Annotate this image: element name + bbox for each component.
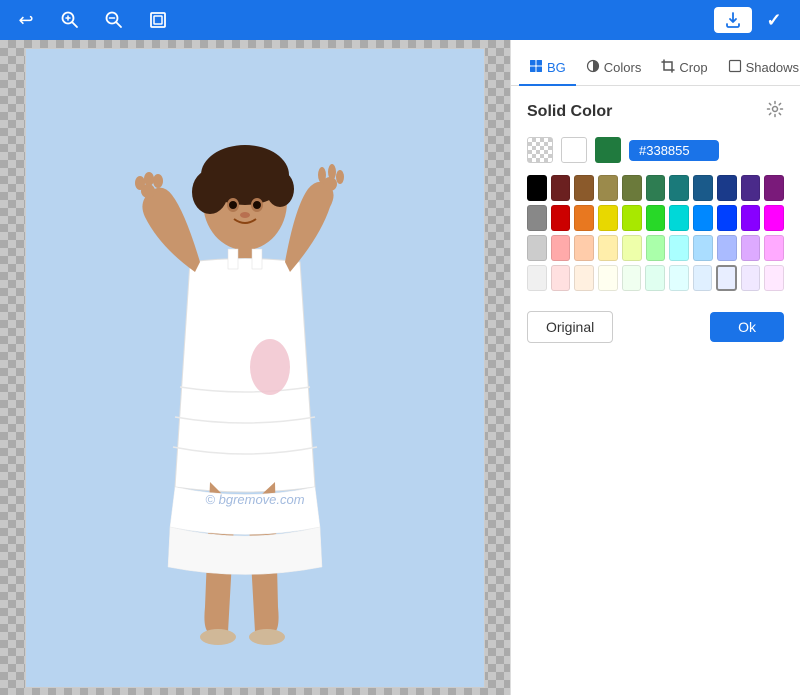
color-row-1 xyxy=(527,175,784,201)
color-azure[interactable] xyxy=(669,265,689,291)
color-blue[interactable] xyxy=(693,205,713,231)
zoom-in-icon[interactable] xyxy=(56,6,84,34)
bg-tab-icon xyxy=(529,59,543,76)
ok-button[interactable]: Ok xyxy=(710,312,784,342)
fit-icon[interactable] xyxy=(144,6,172,34)
color-dark-blue[interactable] xyxy=(717,175,737,201)
color-lavender-blush[interactable] xyxy=(764,265,784,291)
watermark: © bgremove.com xyxy=(205,492,304,507)
color-navy[interactable] xyxy=(693,175,713,201)
color-cream[interactable] xyxy=(598,235,618,261)
color-tan[interactable] xyxy=(598,175,618,201)
undo-icon[interactable]: ↩ xyxy=(12,6,40,34)
tab-bar: BG Colors Crop xyxy=(511,40,800,86)
color-magenta[interactable] xyxy=(764,205,784,231)
tab-bg-label: BG xyxy=(547,60,566,75)
color-periwinkle[interactable] xyxy=(717,235,737,261)
color-lime[interactable] xyxy=(622,205,642,231)
panel-content: Solid Color #338855 xyxy=(511,86,800,695)
color-purple[interactable] xyxy=(741,175,761,201)
settings-icon[interactable] xyxy=(766,100,784,123)
color-linen[interactable] xyxy=(574,265,594,291)
color-violet[interactable] xyxy=(741,205,761,231)
section-title: Solid Color xyxy=(527,103,612,121)
green-swatch[interactable] xyxy=(595,137,621,163)
confirm-icon[interactable]: ✓ xyxy=(760,6,788,34)
colors-tab-icon xyxy=(586,59,600,76)
color-magnolia[interactable] xyxy=(741,265,761,291)
color-blush[interactable] xyxy=(551,265,571,291)
original-button[interactable]: Original xyxy=(527,311,613,343)
color-dark-purple[interactable] xyxy=(764,175,784,201)
color-picker-row: #338855 xyxy=(527,137,784,163)
color-pale-green[interactable] xyxy=(645,265,665,291)
tab-shadows[interactable]: Shadows xyxy=(718,51,800,86)
color-green[interactable] xyxy=(646,205,666,231)
crop-tab-icon xyxy=(661,59,675,76)
zoom-out-icon[interactable] xyxy=(100,6,128,34)
child-figure xyxy=(90,107,390,687)
canvas-area: © bgremove.com xyxy=(0,40,510,695)
color-yellow[interactable] xyxy=(598,205,618,231)
color-light-gray[interactable] xyxy=(527,235,547,261)
color-lavender[interactable] xyxy=(741,235,761,261)
action-row: Original Ok xyxy=(527,311,784,343)
download-button[interactable] xyxy=(714,7,752,33)
top-bar-left: ↩ xyxy=(12,6,172,34)
color-light-pink[interactable] xyxy=(764,235,784,261)
section-header: Solid Color xyxy=(527,100,784,123)
color-alice-blue[interactable] xyxy=(693,265,713,291)
color-row-2 xyxy=(527,205,784,231)
color-bright-blue[interactable] xyxy=(717,205,737,231)
color-pink-light[interactable] xyxy=(551,235,571,261)
right-panel: BG Colors Crop xyxy=(510,40,800,695)
color-row-3 xyxy=(527,235,784,261)
color-gray[interactable] xyxy=(527,205,547,231)
color-sky[interactable] xyxy=(693,235,713,261)
color-dark-red[interactable] xyxy=(551,175,571,201)
transparent-swatch[interactable] xyxy=(527,137,553,163)
white-swatch[interactable] xyxy=(561,137,587,163)
tab-shadows-label: Shadows xyxy=(746,60,799,75)
color-row-4 xyxy=(527,265,784,291)
color-yellow-green-light[interactable] xyxy=(622,235,642,261)
color-dark-green[interactable] xyxy=(646,175,666,201)
shadows-tab-icon xyxy=(728,59,742,76)
color-brown[interactable] xyxy=(574,175,594,201)
tab-colors[interactable]: Colors xyxy=(576,51,652,86)
color-grid xyxy=(527,175,784,291)
tab-crop-label: Crop xyxy=(679,60,707,75)
color-black[interactable] xyxy=(527,175,547,201)
top-bar-right: ✓ xyxy=(714,6,788,34)
color-ivory[interactable] xyxy=(598,265,618,291)
hex-color-input[interactable]: #338855 xyxy=(629,140,719,161)
color-cyan[interactable] xyxy=(669,205,689,231)
color-red[interactable] xyxy=(551,205,571,231)
color-mint[interactable] xyxy=(646,235,666,261)
tab-colors-label: Colors xyxy=(604,60,642,75)
image-canvas: © bgremove.com xyxy=(25,48,485,688)
tab-bg[interactable]: BG xyxy=(519,51,576,86)
color-aqua-light[interactable] xyxy=(669,235,689,261)
color-ghost-white[interactable] xyxy=(716,265,736,291)
color-peach[interactable] xyxy=(574,235,594,261)
main-area: © bgremove.com BG xyxy=(0,40,800,695)
color-teal[interactable] xyxy=(669,175,689,201)
tab-crop[interactable]: Crop xyxy=(651,51,717,86)
color-white-off[interactable] xyxy=(527,265,547,291)
top-bar: ↩ xyxy=(0,0,800,40)
color-honeydew[interactable] xyxy=(622,265,642,291)
color-olive[interactable] xyxy=(622,175,642,201)
color-orange[interactable] xyxy=(574,205,594,231)
